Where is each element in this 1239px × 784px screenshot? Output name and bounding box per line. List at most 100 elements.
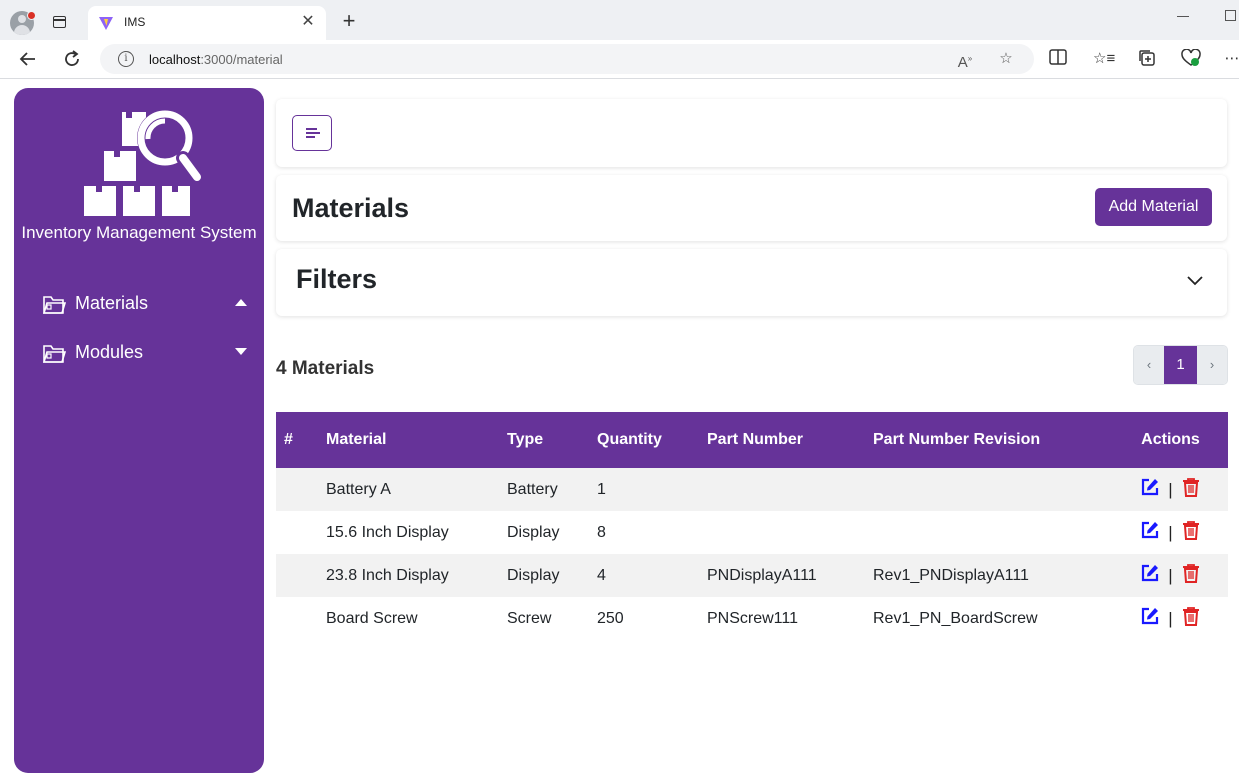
cell-actions: | (1123, 597, 1228, 640)
next-page-button[interactable]: › (1197, 346, 1227, 384)
cell-type: Display (507, 554, 597, 597)
cell-quantity: 8 (597, 523, 606, 541)
browser-tab-bar: IMS ✕ + (0, 0, 1239, 40)
cell-quantity: 1 (597, 468, 707, 511)
filters-title: Filters (296, 264, 378, 294)
action-separator: | (1168, 565, 1173, 585)
browser-essentials-icon[interactable] (1181, 48, 1201, 69)
caret-down-icon (235, 348, 247, 355)
notification-dot (27, 11, 36, 20)
column-header-index: # (276, 412, 326, 468)
sidebar-item-materials[interactable]: Materials (42, 290, 247, 320)
cell-actions: | (1123, 554, 1228, 597)
cell-material: Battery A (326, 468, 507, 511)
folder-icon (42, 345, 66, 363)
back-icon[interactable] (17, 48, 39, 70)
action-separator: | (1168, 479, 1173, 499)
cell-part-number (707, 511, 873, 554)
cell-type: Display (507, 523, 560, 541)
app-name: Inventory Management System (21, 223, 257, 242)
inventory-logo-icon (84, 110, 204, 216)
table-row: Battery A Battery 1 | (276, 468, 1228, 511)
cell-index (276, 597, 326, 640)
cell-index (276, 554, 326, 597)
maximize-window-icon[interactable] (1225, 10, 1236, 21)
address-bar-row: i localhost:3000/material A» ☆ ☆≡ ⋯ (0, 40, 1239, 79)
chevron-down-icon[interactable] (1186, 271, 1204, 289)
sidebar-item-label: Modules (75, 342, 144, 362)
cell-material: 15.6 Inch Display (326, 523, 449, 541)
column-header-actions: Actions (1123, 412, 1228, 468)
delete-icon[interactable] (1181, 606, 1201, 631)
cell-material: 23.8 Inch Display (326, 554, 507, 597)
cell-part-number (707, 468, 873, 511)
cell-index (276, 468, 326, 511)
page-1-button[interactable]: 1 (1164, 346, 1197, 384)
tab-actions-icon[interactable] (53, 16, 66, 28)
cell-part-number: PNScrew111 (707, 609, 798, 627)
refresh-icon[interactable] (61, 48, 83, 70)
folder-icon (42, 296, 66, 314)
favorite-star-icon[interactable]: ☆ (996, 49, 1016, 69)
column-header-part-number: Part Number (707, 412, 873, 468)
cell-material: Board Screw (326, 609, 418, 627)
action-separator: | (1168, 608, 1173, 628)
edit-icon[interactable] (1140, 520, 1160, 545)
browser-tab[interactable]: IMS ✕ (88, 6, 326, 40)
sidebar: Inventory Management System Materials Mo… (14, 88, 264, 773)
cell-quantity: 250 (597, 609, 624, 627)
caret-up-icon (235, 299, 247, 306)
add-material-button[interactable]: Add Material (1095, 188, 1212, 226)
minimize-window-icon[interactable] (1177, 16, 1189, 17)
split-screen-icon[interactable] (1048, 49, 1068, 69)
cell-index (276, 511, 326, 554)
collections-icon[interactable] (1137, 49, 1157, 69)
site-info-icon[interactable]: i (118, 51, 134, 67)
more-icon[interactable]: ⋯ (1222, 49, 1239, 69)
cell-type: Battery (507, 468, 597, 511)
cell-type: Screw (507, 609, 552, 627)
delete-icon[interactable] (1181, 477, 1201, 502)
cell-part-number-revision: Rev1_PN_BoardScrew (873, 609, 1038, 627)
favorites-icon[interactable]: ☆≡ (1093, 49, 1115, 69)
table-header-row: # Material Type Quantity Part Number Par… (276, 412, 1228, 468)
cell-part-number-revision (873, 511, 1123, 554)
filters-panel[interactable]: Filters (276, 249, 1227, 316)
table-row: 23.8 Inch Display Display 4 PNDisplayA111 Re… (276, 554, 1228, 597)
column-header-quantity: Quantity (597, 412, 707, 468)
table-row: 15.6 Inch Display Display 8 | (276, 511, 1228, 554)
vite-logo-icon (99, 17, 113, 30)
sidebar-item-label: Materials (75, 293, 149, 313)
delete-icon[interactable] (1181, 563, 1201, 588)
cell-part-number-revision: Rev1_PNDisplayA111 (873, 554, 1123, 597)
table-row: Board Screw Screw 250 PNScrew111 Rev1_PN_Boa… (276, 597, 1228, 640)
column-header-material: Material (326, 412, 507, 468)
tab-title: IMS (124, 15, 146, 29)
action-separator: | (1168, 522, 1173, 542)
url-text: localhost:3000/material (149, 52, 283, 67)
page-header: Materials Add Material (276, 175, 1227, 241)
top-bar (276, 99, 1227, 167)
page-title: Materials (292, 193, 410, 223)
previous-page-button[interactable]: ‹ (1134, 346, 1164, 384)
materials-table: # Material Type Quantity Part Number Par… (276, 412, 1228, 640)
cell-actions: | (1123, 511, 1228, 554)
edit-icon[interactable] (1140, 606, 1160, 631)
url-field[interactable]: i localhost:3000/material A» ☆ (100, 44, 1034, 74)
sidebar-toggle-button[interactable] (292, 115, 332, 151)
cell-part-number-revision (873, 468, 1123, 511)
cell-actions: | (1123, 468, 1228, 511)
materials-count: 4 Materials (276, 358, 375, 379)
delete-icon[interactable] (1181, 520, 1201, 545)
new-tab-button[interactable]: + (338, 10, 360, 32)
cell-quantity: 4 (597, 554, 707, 597)
close-tab-icon[interactable]: ✕ (298, 12, 318, 32)
edit-icon[interactable] (1140, 563, 1160, 588)
edit-icon[interactable] (1140, 477, 1160, 502)
sidebar-item-modules[interactable]: Modules (42, 339, 247, 369)
read-aloud-icon[interactable]: A» (955, 49, 975, 71)
column-header-type: Type (507, 412, 597, 468)
pagination: ‹ 1 › (1133, 345, 1228, 385)
cell-part-number: PNDisplayA111 (707, 554, 873, 597)
column-header-part-number-revision: Part Number Revision (873, 412, 1123, 468)
